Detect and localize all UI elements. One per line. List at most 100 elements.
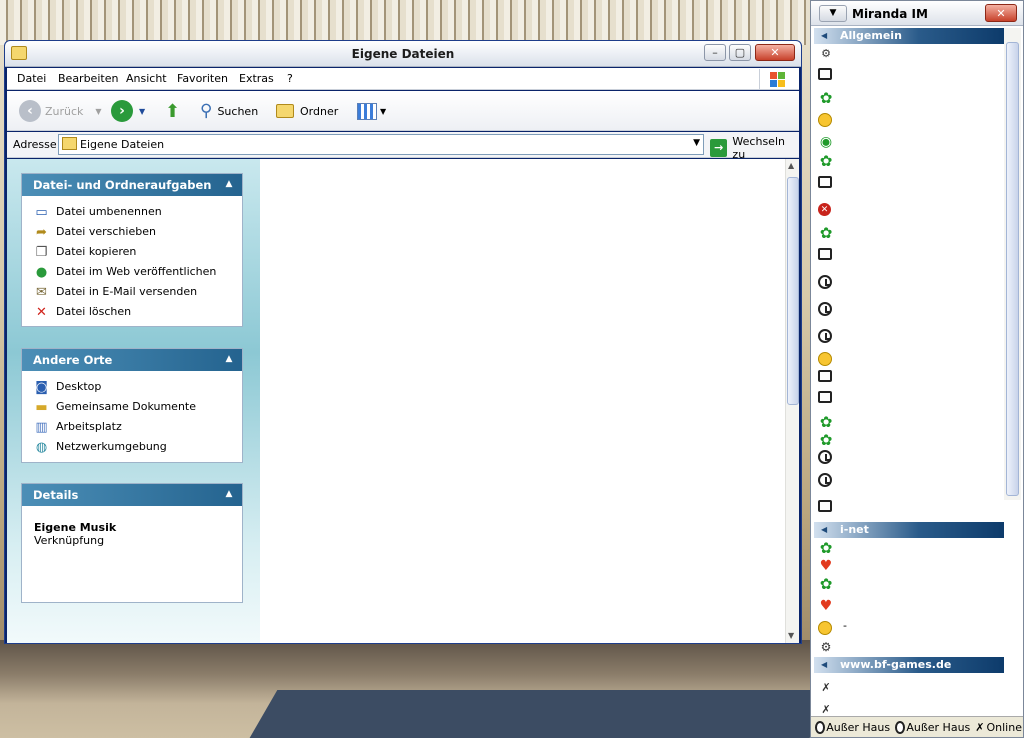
- smiley-icon[interactable]: [818, 352, 832, 366]
- minimize-button[interactable]: –: [704, 44, 726, 61]
- rename-icon: ▭: [35, 205, 48, 220]
- views-button[interactable]: ▼: [357, 99, 386, 123]
- group-toggle-icon: ◀: [821, 31, 828, 40]
- smiley-icon[interactable]: [818, 113, 832, 127]
- contact-name[interactable]: -: [843, 619, 847, 632]
- status-bar: Außer Haus Außer Haus ✗ Online: [811, 716, 1023, 737]
- contact-status-icon[interactable]: [818, 500, 832, 512]
- copy-icon: ❐: [35, 245, 48, 260]
- msn-icon[interactable]: ♥: [818, 558, 834, 574]
- msn-icon[interactable]: ♥: [818, 598, 834, 614]
- away-icon[interactable]: [818, 275, 832, 289]
- folders-label: Ordner: [300, 104, 339, 118]
- away-icon[interactable]: [818, 329, 832, 343]
- menu-extras[interactable]: Extras: [239, 72, 274, 85]
- scroll-up-icon[interactable]: ▲: [788, 161, 794, 170]
- forward-arrow-icon: ›: [111, 100, 133, 122]
- status-label[interactable]: Außer Haus: [826, 721, 890, 734]
- dnd-icon[interactable]: ✕: [818, 203, 831, 216]
- task-email[interactable]: ✉ Datei in E-Mail versenden: [22, 282, 242, 302]
- menu-favoriten[interactable]: Favoriten: [177, 72, 228, 85]
- collapse-icon[interactable]: ▲: [222, 487, 236, 501]
- miranda-window: ▼ Miranda IM ✕ ◀ Allgemein ⚙ ✿ ◉ ✿ ✕ ✿ ✿…: [810, 0, 1024, 738]
- task-delete[interactable]: ✕ Datei löschen: [22, 302, 242, 322]
- task-rename[interactable]: ▭ Datei umbenennen: [22, 202, 242, 222]
- icq-online-icon[interactable]: ✿: [818, 90, 834, 106]
- away-icon[interactable]: [818, 473, 832, 487]
- close-button[interactable]: ✕: [985, 4, 1017, 22]
- collapse-icon[interactable]: ▲: [222, 177, 236, 191]
- up-folder-button[interactable]: ⬆: [165, 99, 180, 123]
- task-publish[interactable]: ● Datei im Web veröffentlichen: [22, 262, 242, 282]
- icq-online-icon[interactable]: ✿: [818, 225, 834, 241]
- file-list-area[interactable]: [260, 159, 785, 643]
- contact-status-icon[interactable]: [818, 391, 832, 403]
- offline-icon[interactable]: ✗: [818, 680, 834, 696]
- close-button[interactable]: ✕: [755, 44, 795, 61]
- task-move[interactable]: ➦ Datei verschieben: [22, 222, 242, 242]
- toolbar: ‹ Zurück ▼ › ▼ ⬆ ⚲ Suchen Ordner ▼: [7, 91, 799, 131]
- menu-ansicht[interactable]: Ansicht: [126, 72, 167, 85]
- forward-button[interactable]: › ▼: [111, 99, 145, 123]
- scrollbar-thumb[interactable]: [1006, 42, 1019, 496]
- place-desktop[interactable]: ◙ Desktop: [22, 377, 242, 397]
- contact-status-icon[interactable]: [818, 248, 832, 260]
- vertical-scrollbar[interactable]: ▲ ▼: [785, 159, 799, 643]
- contact-list-scrollbar[interactable]: [1004, 28, 1021, 500]
- eye-icon[interactable]: ◉: [818, 134, 834, 150]
- place-network[interactable]: ◍ Netzwerkumgebung: [22, 437, 242, 457]
- address-label: Adresse: [13, 138, 57, 151]
- contact-status-icon[interactable]: ⚙: [818, 46, 834, 62]
- away-icon[interactable]: [818, 302, 832, 316]
- place-label: Gemeinsame Dokumente: [56, 400, 196, 413]
- chevron-down-icon[interactable]: ▼: [819, 5, 847, 22]
- group-label: Allgemein: [840, 29, 902, 42]
- icq-online-icon[interactable]: ✿: [818, 540, 834, 556]
- smiley-icon[interactable]: [818, 621, 832, 635]
- place-shared-documents[interactable]: ▬ Gemeinsame Dokumente: [22, 397, 242, 417]
- menu-datei[interactable]: Datei: [17, 72, 46, 85]
- scrollbar-thumb[interactable]: [787, 177, 799, 405]
- back-arrow-icon: ‹: [19, 100, 41, 122]
- task-copy[interactable]: ❐ Datei kopieren: [22, 242, 242, 262]
- group-i-net[interactable]: ◀ i-net: [814, 522, 1004, 538]
- search-icon: ⚲: [200, 101, 213, 121]
- icq-online-icon[interactable]: ✿: [818, 576, 834, 592]
- back-button[interactable]: ‹ Zurück ▼: [19, 99, 102, 123]
- go-button[interactable]: → Wechseln zu: [710, 135, 799, 161]
- away-icon[interactable]: [818, 450, 832, 464]
- search-button[interactable]: ⚲ Suchen: [200, 99, 258, 123]
- contact-status-icon[interactable]: [818, 68, 832, 80]
- folders-button[interactable]: Ordner: [276, 99, 338, 123]
- explorer-titlebar[interactable]: Eigene Dateien – ▢ ✕: [5, 41, 801, 67]
- collapse-icon[interactable]: ▲: [222, 352, 236, 366]
- contact-status-icon[interactable]: ⚙: [818, 639, 834, 655]
- details-panel-header[interactable]: Details ▲: [22, 484, 242, 506]
- place-label: Desktop: [56, 380, 102, 393]
- status-label[interactable]: Außer Haus: [906, 721, 970, 734]
- group-label: i-net: [840, 523, 869, 536]
- group-allgemein[interactable]: ◀ Allgemein: [814, 28, 1004, 44]
- miranda-titlebar[interactable]: ▼ Miranda IM ✕: [811, 1, 1023, 26]
- icq-online-icon[interactable]: ✿: [818, 153, 834, 169]
- chevron-down-icon[interactable]: ▼: [693, 138, 700, 148]
- menu-bearbeiten[interactable]: Bearbeiten: [58, 72, 118, 85]
- group-bf-games[interactable]: ◀ www.bf-games.de: [814, 657, 1004, 673]
- menu-help[interactable]: ?: [287, 72, 293, 85]
- place-my-computer[interactable]: ▥ Arbeitsplatz: [22, 417, 242, 437]
- tasks-panel-title: Datei- und Ordneraufgaben: [33, 178, 212, 192]
- details-panel-title: Details: [33, 488, 79, 502]
- contact-status-icon[interactable]: [818, 176, 832, 188]
- tasks-panel-header[interactable]: Datei- und Ordneraufgaben ▲: [22, 174, 242, 196]
- icq-online-icon[interactable]: ✿: [818, 414, 834, 430]
- contact-status-icon[interactable]: [818, 370, 832, 382]
- tasks-panel: Datei- und Ordneraufgaben ▲ ▭ Datei umben…: [21, 173, 243, 327]
- maximize-button[interactable]: ▢: [729, 44, 751, 61]
- icq-online-icon[interactable]: ✿: [818, 432, 834, 448]
- address-input[interactable]: Eigene Dateien ▼: [58, 134, 704, 155]
- scroll-down-icon[interactable]: ▼: [788, 631, 794, 640]
- desktop-mat: [242, 690, 838, 738]
- places-panel-header[interactable]: Andere Orte ▲: [22, 349, 242, 371]
- status-label[interactable]: Online: [987, 721, 1022, 734]
- away-icon: [815, 720, 826, 734]
